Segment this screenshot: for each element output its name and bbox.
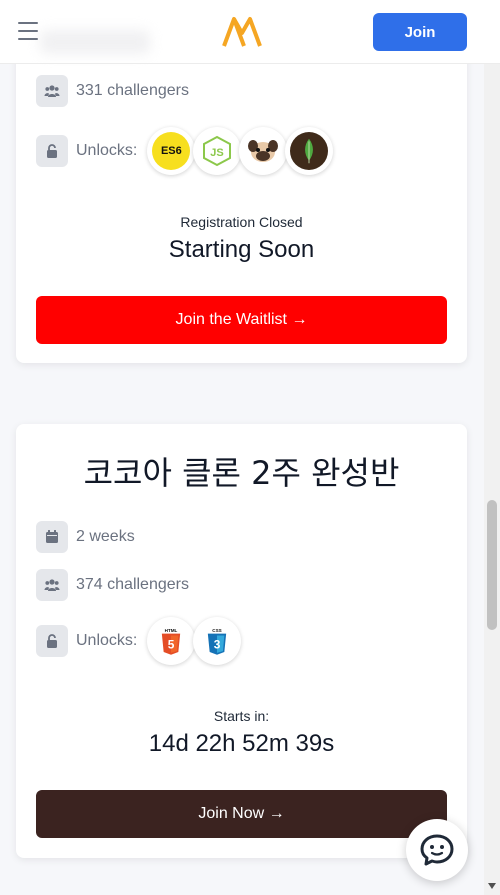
top-nav: Join — [0, 0, 500, 64]
lock-icon — [36, 135, 68, 167]
unlocks-label: Unlocks: — [76, 142, 138, 159]
chat-bubble-icon — [420, 834, 454, 866]
html5-icon: HTML 5 — [147, 617, 196, 665]
registration-status-value: Starting Soon — [168, 236, 315, 263]
es6-icon: ES6 — [147, 127, 196, 175]
svg-text:CSS: CSS — [213, 628, 222, 633]
duration-text: 2 weeks — [76, 528, 135, 545]
users-icon — [36, 75, 68, 107]
nomad-logo-icon[interactable] — [221, 15, 263, 49]
registration-status-label: Registration Closed — [180, 214, 303, 230]
join-waitlist-button[interactable]: Join the Waitlist → — [36, 296, 447, 344]
svg-text:3: 3 — [214, 637, 221, 651]
challenge-title: 코코아 클론 2주 완성반 — [83, 454, 400, 492]
css3-icon: CSS 3 — [193, 617, 242, 665]
unlocks-row: Unlocks: ES6 JS — [36, 127, 334, 175]
hamburger-menu-icon[interactable] — [18, 22, 38, 40]
join-button[interactable]: Join — [373, 13, 467, 51]
users-icon — [36, 569, 68, 601]
unlocks-label: Unlocks: — [76, 632, 138, 649]
unlock-badges: HTML 5 CSS 3 — [147, 617, 242, 665]
countdown-timer: 14d 22h 52m 39s — [148, 730, 335, 757]
challengers-row: 374 challengers — [36, 569, 189, 601]
join-now-button[interactable]: Join Now → — [36, 790, 447, 838]
calendar-icon — [36, 521, 68, 553]
countdown-label: Starts in: — [213, 708, 270, 724]
challengers-count: 331 challengers — [76, 82, 189, 99]
blurred-title — [40, 30, 150, 54]
unlock-badges: ES6 JS — [147, 127, 334, 175]
mongodb-icon — [285, 127, 334, 175]
scrollbar-thumb[interactable] — [487, 500, 497, 630]
duration-row: 2 weeks — [36, 521, 135, 553]
chat-support-button[interactable] — [406, 819, 468, 881]
challengers-count: 374 challengers — [76, 576, 189, 593]
svg-text:5: 5 — [168, 637, 175, 651]
pug-icon — [239, 127, 288, 175]
lock-icon — [36, 625, 68, 657]
nodejs-icon: JS — [193, 127, 242, 175]
svg-text:JS: JS — [211, 147, 224, 159]
unlocks-row: Unlocks: HTML 5 CSS 3 — [36, 617, 242, 665]
challenge-card: 코코아 클론 2주 완성반 2 weeks 374 challengers Un… — [16, 424, 467, 858]
svg-text:HTML: HTML — [165, 628, 178, 633]
challengers-row: 331 challengers — [36, 75, 189, 107]
page-scrollbar[interactable] — [484, 0, 500, 895]
scroll-down-arrow-icon[interactable] — [488, 883, 496, 889]
